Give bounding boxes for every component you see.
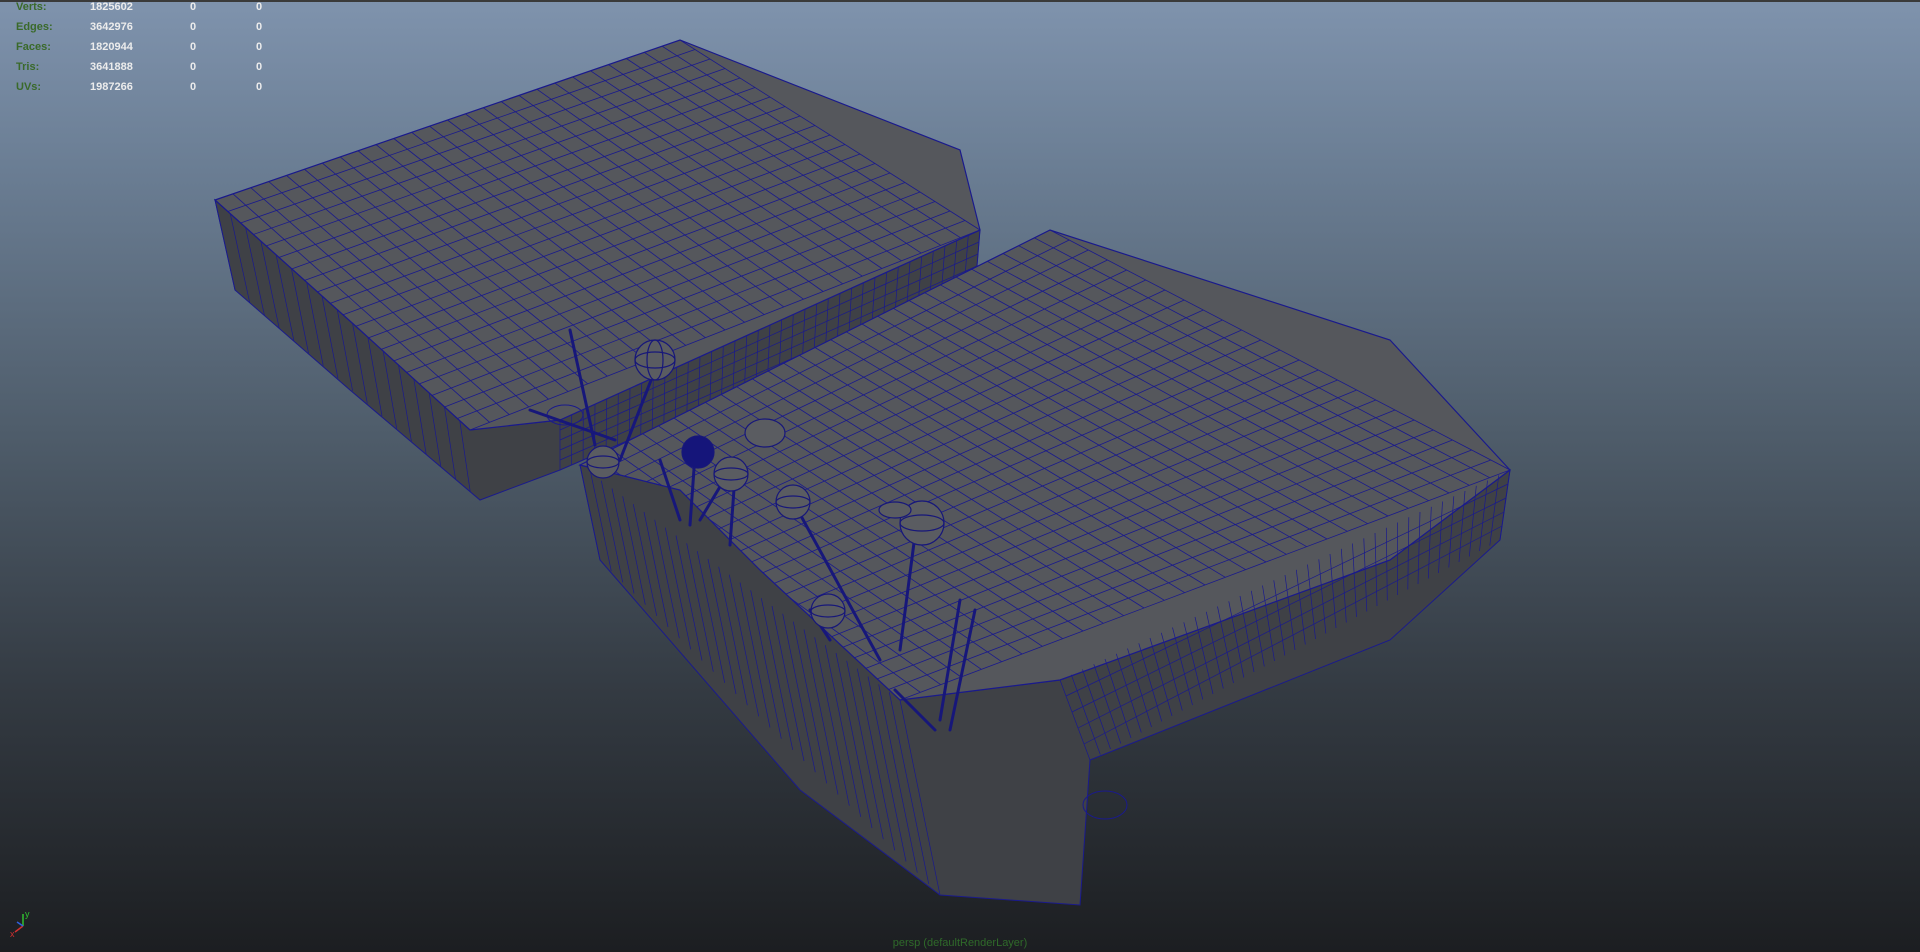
hud-value: 3641888 (90, 61, 133, 73)
mushroom-cap (586, 445, 620, 479)
viewport-persp[interactable]: Verts: 1825602 0 0 Edges: 3642976 0 0 Fa… (0, 0, 1920, 952)
hud-selected: 0 (190, 21, 197, 33)
hud-selected-component: 0 (256, 81, 263, 93)
hud-row-verts: Verts: 1825602 0 0 (0, 1, 300, 15)
hud-row-edges: Edges: 3642976 0 0 (0, 21, 300, 35)
hud-selected: 0 (190, 61, 197, 73)
mushroom-cap (775, 484, 811, 520)
mushroom-cap (810, 593, 846, 629)
hud-selected-component: 0 (256, 61, 263, 73)
axis-x-label: x (10, 929, 15, 938)
hud-selected: 0 (190, 1, 197, 13)
hud-label: UVs: (16, 81, 42, 93)
hud-value: 3642976 (90, 21, 133, 33)
hud-label: Faces: (16, 41, 51, 53)
hud-selected: 0 (190, 81, 197, 93)
hud-label: Tris: (16, 61, 40, 73)
mushroom-cap-open (878, 501, 912, 519)
hud-value: 1820944 (90, 41, 133, 53)
scene-geometry[interactable] (0, 0, 1920, 952)
poly-count-hud: Verts: 1825602 0 0 Edges: 3642976 0 0 Fa… (0, 0, 300, 100)
mushroom-cap (713, 456, 749, 492)
hud-selected: 0 (190, 41, 197, 53)
axis-y-label: y (25, 909, 30, 919)
mushroom-cap-open (744, 418, 786, 448)
view-axis-gizmo: y x (10, 909, 30, 938)
hud-value: 1987266 (90, 81, 133, 93)
hud-selected-component: 0 (256, 41, 263, 53)
axis-z-line (16, 921, 24, 927)
camera-label: persp (defaultRenderLayer) (892, 937, 1028, 949)
hud-row-faces: Faces: 1820944 0 0 (0, 41, 300, 55)
mushroom-cap-dark (681, 435, 715, 469)
hud-row-uvs: UVs: 1987266 0 0 (0, 81, 300, 95)
hud-row-tris: Tris: 3641888 0 0 (0, 61, 300, 75)
mushroom-cap (634, 339, 676, 381)
hud-label: Verts: (16, 1, 47, 13)
hud-selected-component: 0 (256, 1, 263, 13)
hud-value: 1825602 (90, 1, 133, 13)
hud-label: Edges: (16, 21, 53, 33)
axis-x-line (14, 925, 24, 933)
hud-selected-component: 0 (256, 21, 263, 33)
right-slab-corner-pole (1082, 790, 1128, 820)
